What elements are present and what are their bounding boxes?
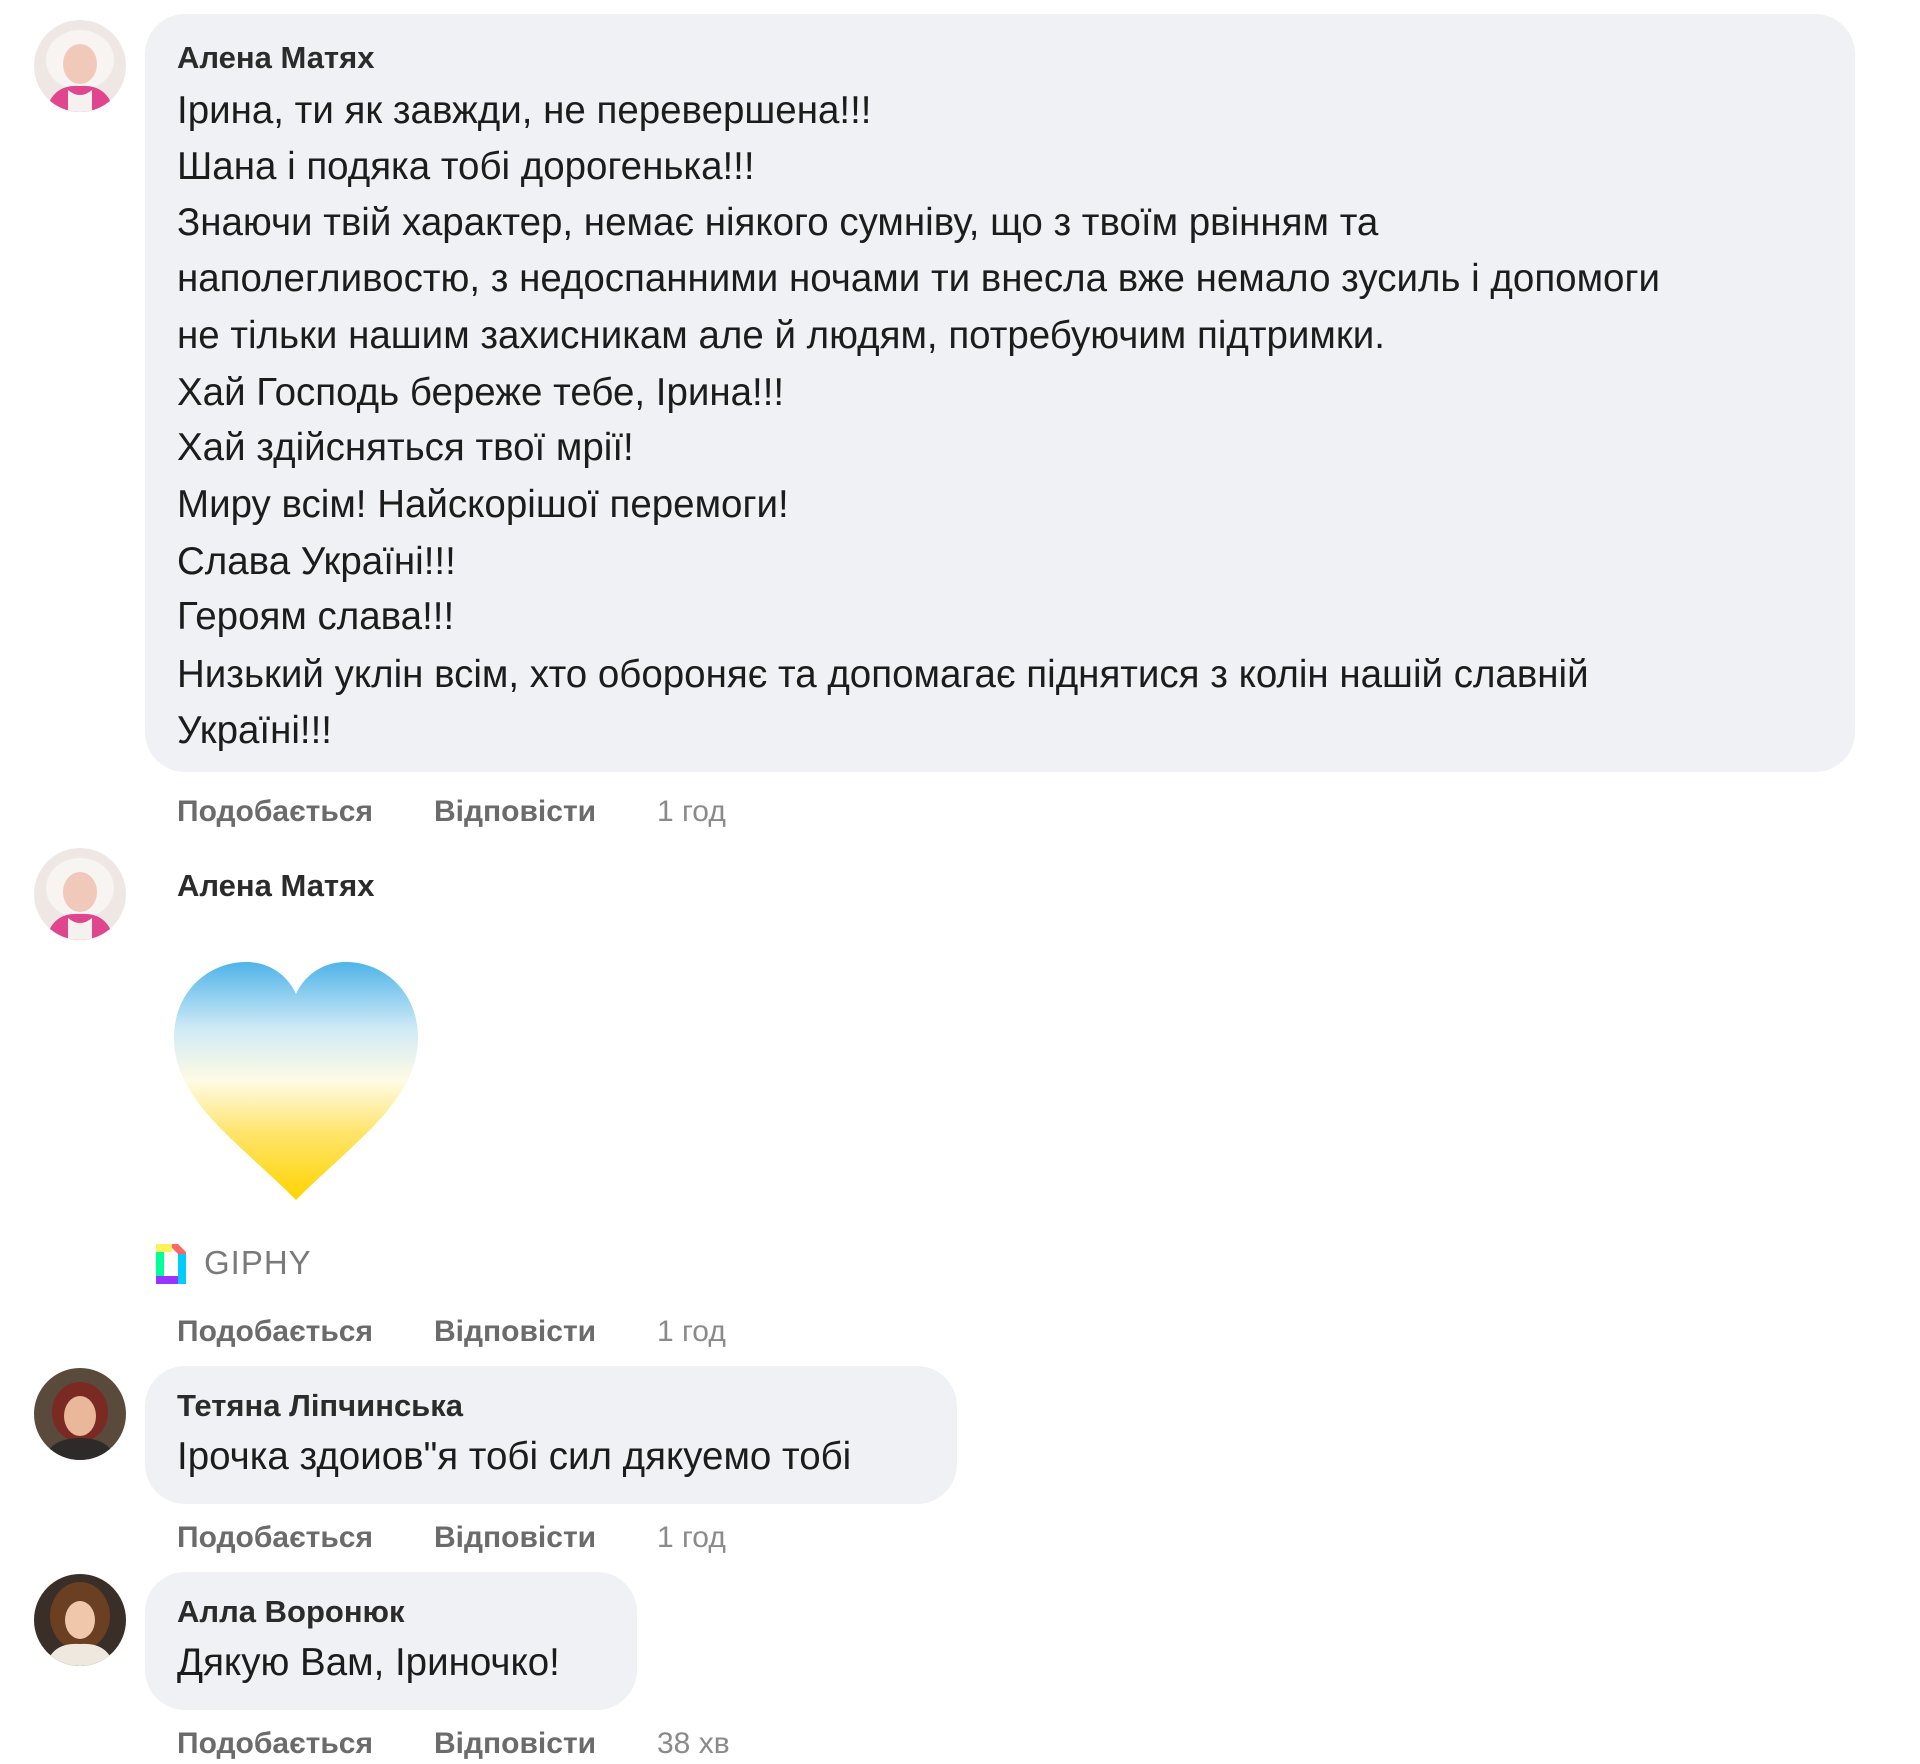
avatar[interactable] [34, 848, 126, 940]
comment-text-line: Хай здійсняться твої мрії! [177, 426, 634, 469]
like-button[interactable]: Подобається [177, 1724, 373, 1764]
giphy-label: GIPHY [204, 1244, 312, 1281]
avatar[interactable] [34, 1368, 126, 1460]
comment-text-line: Хай Господь береже тебе, Ірина!!! [177, 371, 785, 414]
comment-author[interactable]: Алена Матях [177, 866, 374, 906]
reply-button[interactable]: Відповісти [434, 792, 596, 832]
like-button[interactable]: Подобається [177, 1518, 373, 1558]
avatar[interactable] [34, 20, 126, 112]
reply-button[interactable]: Відповісти [434, 1724, 596, 1764]
comment-timestamp[interactable]: 1 год [657, 1312, 726, 1352]
like-button[interactable]: Подобається [177, 792, 373, 832]
comment-text-line: Знаючи твій характер, немає ніякого сумн… [177, 201, 1379, 244]
comment-timestamp[interactable]: 38 хв [657, 1724, 730, 1764]
comment-author[interactable]: Тетяна Ліпчинська [177, 1386, 463, 1426]
comment-author[interactable]: Алла Воронюк [177, 1592, 405, 1632]
comment-text-line: Україні!!! [177, 709, 332, 752]
comment-text-line: Героям слава!!! [177, 595, 455, 638]
comment-author[interactable]: Алена Матях [177, 38, 374, 78]
reply-button[interactable]: Відповісти [434, 1518, 596, 1558]
comment-timestamp[interactable]: 1 год [657, 1518, 726, 1558]
giphy-icon [150, 1240, 194, 1288]
comment-text-line: Дякую Вам, Іриночко! [177, 1641, 560, 1684]
comment-text-line: Миру всім! Найскорішої перемоги! [177, 483, 789, 526]
reply-button[interactable]: Відповісти [434, 1312, 596, 1352]
comment-text-line: не тільки нашим захисникам але й людям, … [177, 314, 1385, 357]
ukrainian-flag-heart-icon[interactable] [166, 950, 426, 1210]
like-button[interactable]: Подобається [177, 1312, 373, 1352]
comment-timestamp[interactable]: 1 год [657, 792, 726, 832]
comment-text-line: Ірочка здоиов"я тобі сил дякуемо тобі [177, 1435, 852, 1478]
avatar[interactable] [34, 1574, 126, 1666]
comment-text-line: Слава Україні!!! [177, 540, 456, 583]
comment-text-line: Ірина, ти як завжди, не перевершена!!! [177, 89, 872, 132]
comment-text-line: наполегливостю, з недоспанними ночами ти… [177, 257, 1661, 300]
comment-text-line: Низький уклін всім, хто обороняє та допо… [177, 653, 1589, 696]
comment-text-line: Шана і подяка тобі дорогенька!!! [177, 145, 755, 188]
